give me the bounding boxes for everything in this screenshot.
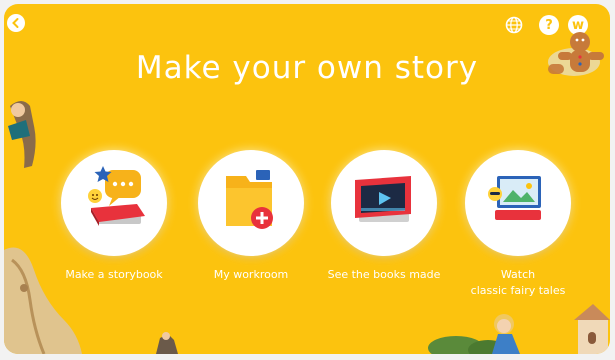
video-book-icon [355, 176, 411, 222]
back-arrow-icon [12, 18, 19, 28]
page-title: Make your own story [135, 50, 479, 86]
left-character-decoration [8, 101, 36, 168]
back-button[interactable] [7, 14, 25, 32]
small-figure-decoration [156, 332, 178, 354]
watch-fairy-tales-button[interactable]: Watch classic fairy tales [465, 150, 571, 297]
watch-fairy-tales-label: Watch classic fairy tales [470, 268, 566, 297]
watch-fairy-tales-circle [465, 150, 571, 256]
books-made-button[interactable]: See the books made [328, 150, 440, 281]
folder-add-icon [226, 170, 273, 229]
globe-icon [505, 16, 523, 34]
main-screen: ? w Make your own story Make a storybook… [4, 4, 610, 354]
storybook-speech-icon [88, 166, 145, 226]
make-storybook-circle [61, 150, 167, 256]
app-frame: ? w Make your own story Make a storybook… [0, 0, 615, 360]
books-made-circle [331, 150, 437, 256]
monitor-book-icon [488, 176, 541, 220]
language-button[interactable] [504, 15, 524, 35]
make-storybook-button[interactable]: Make a storybook [61, 150, 167, 281]
princess-castle-decoration [428, 304, 610, 354]
my-workroom-button[interactable]: My workroom [198, 150, 304, 281]
my-workroom-circle [198, 150, 304, 256]
